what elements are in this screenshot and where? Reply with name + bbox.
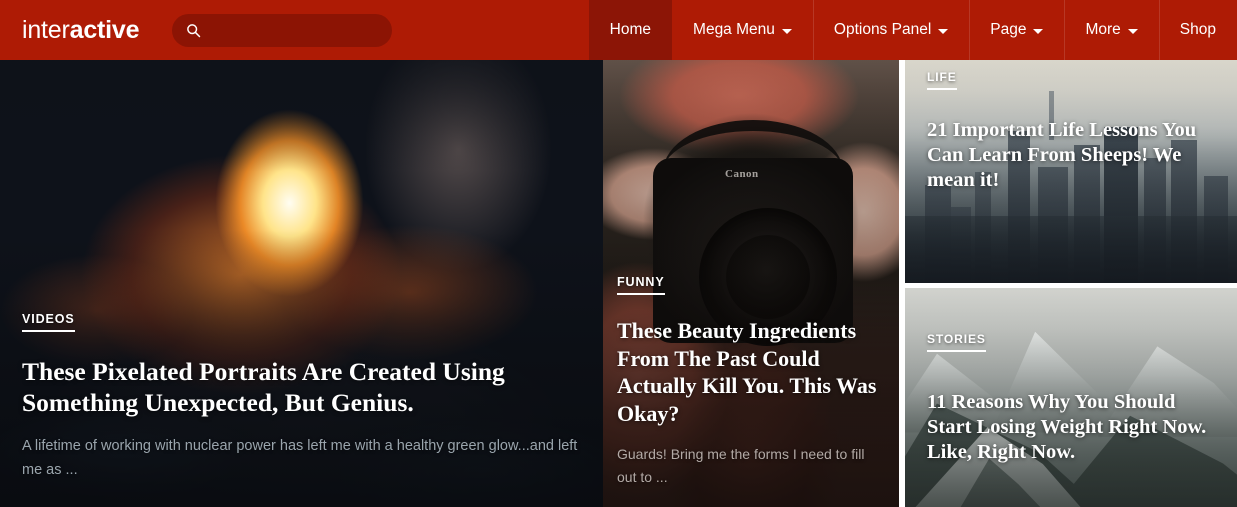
nav-item-mega-menu[interactable]: Mega Menu bbox=[672, 0, 813, 60]
search-container bbox=[172, 0, 393, 60]
chevron-down-icon bbox=[1127, 28, 1138, 34]
featured-posts-grid: VIDEOS These Pixelated Portraits Are Cre… bbox=[0, 60, 1237, 507]
card-content: LIFE 21 Important Life Lessons You Can L… bbox=[905, 70, 1237, 194]
logo-text-bold: active bbox=[69, 15, 140, 44]
main-navigation: Home Mega Menu Options Panel Page More S… bbox=[588, 0, 1237, 60]
card-excerpt: A lifetime of working with nuclear power… bbox=[22, 438, 578, 479]
site-logo[interactable]: inter active bbox=[0, 0, 140, 60]
nav-item-label: Shop bbox=[1179, 21, 1216, 38]
featured-card-stories[interactable]: STORIES 11 Reasons Why You Should Start … bbox=[905, 288, 1237, 507]
search-icon bbox=[187, 23, 201, 37]
card-excerpt: Guards! Bring me the forms I need to fil… bbox=[617, 445, 865, 485]
card-headline[interactable]: 21 Important Life Lessons You Can Learn … bbox=[927, 118, 1215, 194]
search-input[interactable] bbox=[210, 22, 371, 38]
nav-item-page[interactable]: Page bbox=[969, 0, 1064, 60]
search-box[interactable] bbox=[172, 13, 393, 47]
nav-item-home[interactable]: Home bbox=[588, 0, 673, 60]
featured-card-videos[interactable]: VIDEOS These Pixelated Portraits Are Cre… bbox=[0, 60, 603, 507]
card-headline[interactable]: 11 Reasons Why You Should Start Losing W… bbox=[927, 390, 1215, 466]
card-headline[interactable]: These Beauty Ingredients From The Past C… bbox=[617, 317, 885, 428]
chevron-down-icon bbox=[781, 28, 792, 34]
nav-item-options-panel[interactable]: Options Panel bbox=[812, 0, 969, 60]
nav-item-label: Mega Menu bbox=[693, 21, 775, 38]
camera-brand-text: Canon bbox=[725, 168, 759, 180]
logo-text-light: inter bbox=[22, 15, 70, 44]
card-category-badge[interactable]: VIDEOS bbox=[22, 312, 75, 332]
card-headline[interactable]: These Pixelated Portraits Are Created Us… bbox=[22, 356, 581, 418]
chevron-down-icon bbox=[938, 28, 949, 34]
chevron-down-icon bbox=[1033, 28, 1044, 34]
nav-item-shop[interactable]: Shop bbox=[1158, 0, 1237, 60]
nav-item-more[interactable]: More bbox=[1064, 0, 1158, 60]
featured-card-life[interactable]: LIFE 21 Important Life Lessons You Can L… bbox=[905, 60, 1237, 283]
nav-item-label: Home bbox=[609, 21, 652, 38]
card-category-badge[interactable]: STORIES bbox=[927, 332, 986, 352]
card-content: STORIES 11 Reasons Why You Should Start … bbox=[905, 332, 1237, 466]
card-category-badge[interactable]: LIFE bbox=[927, 70, 957, 90]
nav-item-label: Page bbox=[990, 21, 1027, 38]
grid-horizontal-gutter bbox=[899, 283, 1237, 288]
card-content: FUNNY These Beauty Ingredients From The … bbox=[603, 273, 899, 507]
card-content: VIDEOS These Pixelated Portraits Are Cre… bbox=[0, 310, 603, 507]
site-header: inter active Home Mega Menu Options Panel… bbox=[0, 0, 1237, 60]
nav-item-label: Options Panel bbox=[833, 21, 932, 38]
nav-item-label: More bbox=[1085, 21, 1121, 38]
featured-card-funny[interactable]: Canon FUNNY These Beauty Ingredients Fro… bbox=[603, 60, 899, 507]
card-category-badge[interactable]: FUNNY bbox=[617, 275, 665, 295]
